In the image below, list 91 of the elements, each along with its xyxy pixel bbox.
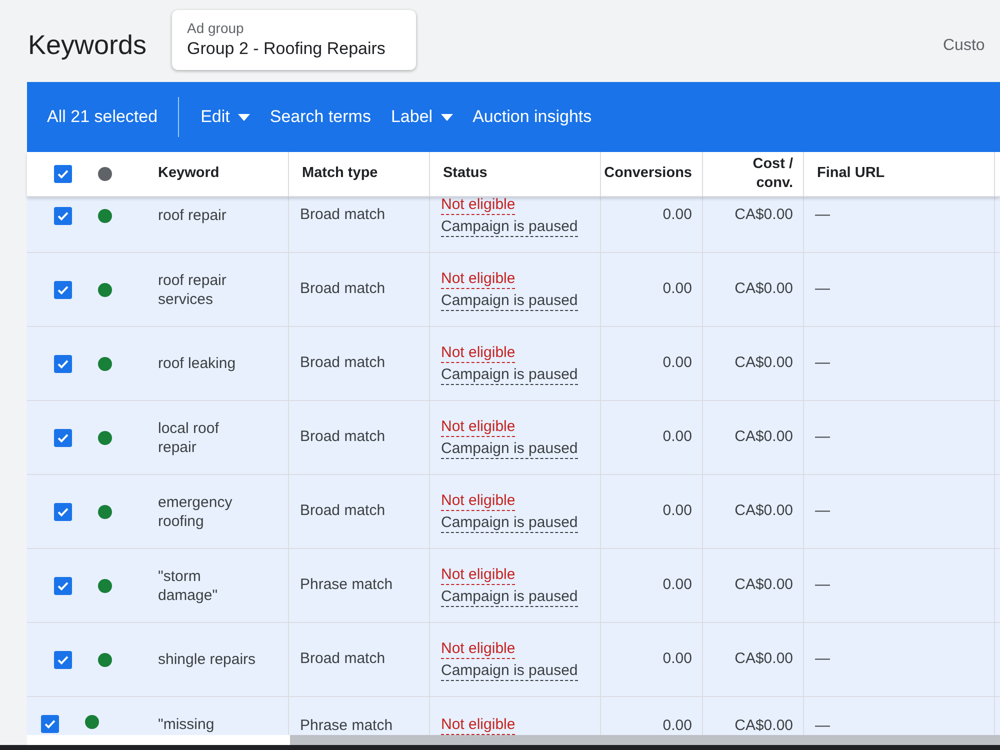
- status-link[interactable]: Not eligible: [441, 564, 516, 584]
- column-header[interactable]: Match type: [302, 163, 378, 185]
- checkbox[interactable]: [54, 428, 72, 446]
- column-header[interactable]: Status: [443, 163, 488, 185]
- final-url: —: [815, 279, 830, 300]
- checkbox[interactable]: [54, 576, 72, 594]
- page-title: Keywords: [28, 29, 147, 62]
- checkbox[interactable]: [54, 502, 72, 520]
- final-url: —: [815, 427, 830, 448]
- table-row[interactable]: "storm damage" Phrase match Not eligible Campaign is paused 0.00 CA$0.00 —: [27, 549, 1000, 623]
- column-header[interactable]: Conversions: [604, 163, 692, 185]
- match-type: Broad match: [300, 649, 386, 670]
- table-row[interactable]: roof repair Broad match Not eligible Campaign is paused 0.00 CA$0.00 —: [27, 197, 1000, 253]
- conversions-value: 0.00: [662, 279, 692, 300]
- cost-value: CA$0.00: [734, 501, 793, 522]
- toolbar-button[interactable]: Edit: [190, 97, 260, 137]
- keyword-text[interactable]: roof repair: [158, 206, 256, 225]
- checkbox[interactable]: [54, 206, 72, 224]
- match-type: Broad match: [300, 427, 386, 448]
- final-url: —: [815, 353, 830, 374]
- keyword-text[interactable]: local roof repair: [158, 418, 256, 456]
- checkbox[interactable]: [41, 715, 59, 733]
- selection-count: All 21 selected: [46, 106, 159, 128]
- match-type: Phrase match: [300, 575, 393, 596]
- cost-value: CA$0.00: [734, 279, 793, 300]
- status-link[interactable]: Not eligible: [441, 197, 516, 214]
- match-type: Broad match: [300, 353, 386, 374]
- keyword-text[interactable]: emergency roofing: [158, 492, 256, 530]
- toolbar-button[interactable]: Auction insights: [462, 97, 602, 137]
- ad-group-selector[interactable]: Ad group Group 2 - Roofing Repairs: [172, 10, 416, 70]
- cost-value: CA$0.00: [734, 575, 793, 596]
- conversions-value: 0.00: [662, 716, 692, 735]
- final-url: —: [815, 575, 830, 596]
- status-link[interactable]: Not eligible: [441, 638, 516, 658]
- status-link[interactable]: Not eligible: [441, 416, 516, 436]
- conversions-value: 0.00: [662, 575, 692, 596]
- match-type: Phrase match: [300, 716, 393, 735]
- match-type: Broad match: [300, 205, 386, 226]
- table-row[interactable]: emergency roofing Broad match Not eligible Campaign is paused 0.00 CA$0.00 —: [27, 475, 1000, 549]
- keyword-text[interactable]: roof leaking: [158, 354, 256, 373]
- status-reason[interactable]: Campaign is paused: [441, 512, 578, 532]
- status-reason[interactable]: Campaign is paused: [441, 660, 578, 680]
- conversions-value: 0.00: [662, 205, 692, 226]
- table-row[interactable]: roof leaking Broad match Not eligible Campaign is paused 0.00 CA$0.00 —: [27, 327, 1000, 401]
- column-header[interactable]: Keyword: [158, 163, 220, 185]
- status-link[interactable]: Not eligible: [441, 268, 516, 288]
- cost-value: CA$0.00: [734, 353, 793, 374]
- conversions-value: 0.00: [662, 427, 692, 448]
- cost-value: CA$0.00: [734, 649, 793, 670]
- match-type: Broad match: [300, 279, 386, 300]
- caret-icon: [238, 114, 250, 120]
- status-link[interactable]: Not eligible: [441, 490, 516, 510]
- checkmark-icon: [56, 167, 70, 181]
- header-link[interactable]: Custo: [943, 34, 985, 58]
- conversions-value: 0.00: [662, 649, 692, 670]
- match-type: Broad match: [300, 501, 386, 522]
- table-row[interactable]: roof repair services Broad match Not eligible Campaign is paused 0.00 CA$0.00 —: [27, 253, 1000, 327]
- final-url: —: [815, 501, 830, 522]
- status-reason[interactable]: Campaign is paused: [441, 438, 578, 458]
- column-header[interactable]: Final URL: [817, 163, 885, 185]
- final-url: —: [815, 649, 830, 670]
- selector-label: Ad group: [187, 19, 245, 37]
- cost-value: CA$0.00: [734, 205, 793, 226]
- final-url: —: [815, 205, 830, 226]
- cost-value: CA$0.00: [734, 427, 793, 448]
- column-header[interactable]: Cost / conv.: [733, 155, 793, 193]
- checkbox[interactable]: [54, 280, 72, 298]
- horizontal-scrollbar[interactable]: [290, 735, 1000, 745]
- toolbar-button[interactable]: Search terms: [260, 97, 381, 137]
- status-reason[interactable]: Campaign is paused: [441, 364, 578, 384]
- status-reason[interactable]: Campaign is paused: [441, 586, 578, 606]
- toolbar-button[interactable]: Label: [380, 97, 463, 137]
- conversions-value: 0.00: [662, 501, 692, 522]
- status-link[interactable]: Not eligible: [441, 342, 516, 362]
- final-url: —: [815, 716, 830, 735]
- cost-value: CA$0.00: [734, 716, 793, 735]
- table-row[interactable]: local roof repair Broad match Not eligible Campaign is paused 0.00 CA$0.00 —: [27, 401, 1000, 475]
- selector-value: Group 2 - Roofing Repairs: [187, 38, 386, 60]
- conversions-value: 0.00: [662, 353, 692, 374]
- table-row[interactable]: shingle repairs Broad match Not eligible Campaign is paused 0.00 CA$0.00 —: [27, 623, 1000, 697]
- status-reason[interactable]: Campaign is paused: [441, 216, 578, 236]
- checkbox[interactable]: [54, 354, 72, 372]
- checkbox[interactable]: [54, 165, 72, 183]
- caret-icon: [440, 114, 453, 120]
- checkmark-icon: [43, 717, 57, 731]
- keyword-text[interactable]: "storm damage": [158, 566, 256, 604]
- status-reason[interactable]: Campaign is paused: [441, 290, 578, 310]
- keyword-text[interactable]: "missing: [158, 715, 256, 734]
- keyword-text[interactable]: shingle repairs: [158, 650, 256, 669]
- keyword-text[interactable]: roof repair services: [158, 270, 256, 308]
- checkbox[interactable]: [54, 650, 72, 668]
